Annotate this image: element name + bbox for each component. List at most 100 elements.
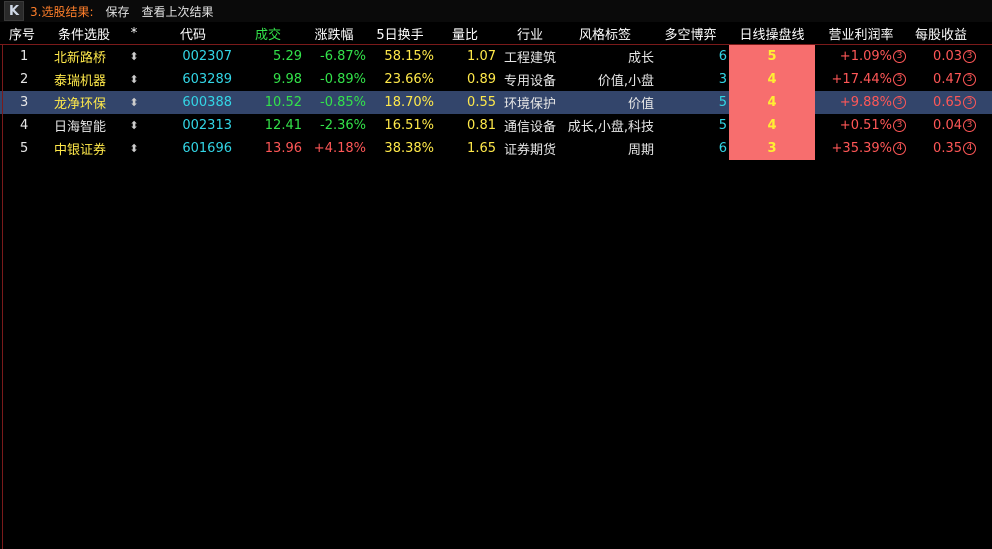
eps-rank-badge: 3	[963, 119, 976, 132]
row-no: 1	[20, 49, 29, 64]
stock-code: 600388	[182, 95, 232, 110]
stock-name: 日海智能	[54, 120, 107, 135]
header-day-line[interactable]: 日线操盘线	[728, 24, 816, 43]
sort-handle-icon: ⬍	[129, 73, 139, 86]
industry: 环境保护	[504, 97, 556, 112]
industry: 工程建筑	[504, 51, 556, 66]
day-line-cell: 4	[728, 114, 816, 137]
eps: 0.35 4	[906, 141, 976, 156]
stock-result-table: 序号 条件选股 * 代码 成交 涨跌幅 5日换手 量比 行业 风格标签 多空博弈…	[0, 22, 992, 160]
header-code[interactable]: 代码	[154, 24, 234, 43]
price: 9.98	[273, 72, 302, 87]
table-header: 序号 条件选股 * 代码 成交 涨跌幅 5日换手 量比 行业 风格标签 多空博弈…	[0, 22, 992, 45]
stock-code: 601696	[182, 141, 232, 156]
sort-handle-icon: ⬍	[129, 50, 139, 63]
industry: 证券期货	[504, 143, 556, 158]
volume-ratio: 1.65	[467, 141, 496, 156]
app-logo-icon: K	[4, 1, 24, 21]
day-line-value: 4	[729, 114, 815, 137]
profit-margin: +35.39% 4	[816, 141, 906, 156]
style-tag: 周期	[627, 143, 654, 158]
table-body: 1 北新路桥 ⬍ 002307 5.29 -6.87% 58.15% 1.07 工程建筑 成长 6 5…	[0, 45, 992, 160]
table-row[interactable]: 3 龙净环保 ⬍ 600388 10.52 -0.85% 18.70% 0.55 环境保护 价值 5…	[0, 91, 992, 114]
row-no: 5	[20, 141, 29, 156]
row-no: 4	[20, 118, 29, 133]
eps-rank-badge: 3	[963, 96, 976, 109]
style-tag: 成长	[627, 51, 654, 66]
table-row[interactable]: 5 中银证券 ⬍ 601696 13.96 +4.18% 38.38% 1.65 证券期货 周期 6…	[0, 137, 992, 160]
turnover-5d: 16.51%	[384, 118, 434, 133]
header-change[interactable]: 涨跌幅	[302, 24, 366, 43]
view-last-result-button[interactable]: 查看上次结果	[142, 3, 214, 20]
volume-ratio: 1.07	[467, 49, 496, 64]
day-line-cell: 4	[728, 91, 816, 114]
profit-rank-badge: 3	[893, 50, 906, 63]
header-turnover[interactable]: 5日换手	[366, 24, 434, 43]
header-style[interactable]: 风格标签	[556, 24, 654, 43]
header-no[interactable]: 序号	[0, 24, 44, 43]
eps: 0.65 3	[906, 95, 976, 110]
top-toolbar: K 3.选股结果: 保存 查看上次结果	[0, 0, 992, 23]
change-pct: -0.85%	[320, 95, 366, 110]
long-short: 3	[718, 72, 727, 87]
eps: 0.04 3	[906, 118, 976, 133]
profit-rank-badge: 3	[893, 96, 906, 109]
eps-rank-badge: 3	[963, 73, 976, 86]
style-tag: 价值,小盘	[597, 74, 654, 89]
change-pct: +4.18%	[313, 141, 366, 156]
eps: 0.03 3	[906, 49, 976, 64]
change-pct: -2.36%	[320, 118, 366, 133]
style-tag: 价值	[627, 97, 654, 112]
long-short: 5	[718, 118, 727, 133]
header-long-short[interactable]: 多空博弈	[654, 24, 728, 43]
profit-margin: +1.09% 3	[816, 49, 906, 64]
day-line-value: 5	[729, 45, 815, 68]
turnover-5d: 38.38%	[384, 141, 434, 156]
stock-name: 北新路桥	[54, 51, 107, 66]
style-tag: 成长,小盘,科技	[567, 120, 654, 135]
eps-rank-badge: 4	[963, 142, 976, 155]
day-line-cell: 4	[728, 68, 816, 91]
change-pct: -0.89%	[320, 72, 366, 87]
left-border	[2, 44, 3, 549]
long-short: 5	[718, 95, 727, 110]
long-short: 6	[718, 141, 727, 156]
row-no: 3	[20, 95, 29, 110]
day-line-value: 4	[729, 91, 815, 114]
header-name[interactable]: 条件选股	[44, 24, 114, 43]
table-row[interactable]: 4 日海智能 ⬍ 002313 12.41 -2.36% 16.51% 0.81 通信设备 成长,…	[0, 114, 992, 137]
row-no: 2	[20, 72, 29, 87]
volume-ratio: 0.89	[467, 72, 496, 87]
day-line-value: 4	[729, 68, 815, 91]
profit-margin: +0.51% 3	[816, 118, 906, 133]
profit-margin: +9.88% 3	[816, 95, 906, 110]
change-pct: -6.87%	[320, 49, 366, 64]
long-short: 6	[718, 49, 727, 64]
table-row[interactable]: 1 北新路桥 ⬍ 002307 5.29 -6.87% 58.15% 1.07 工程建筑 成长 6 5…	[0, 45, 992, 68]
save-button[interactable]: 保存	[106, 3, 130, 20]
price: 13.96	[264, 141, 302, 156]
price: 10.52	[264, 95, 302, 110]
profit-rank-badge: 4	[893, 142, 906, 155]
header-industry[interactable]: 行业	[496, 24, 556, 43]
header-volume-ratio[interactable]: 量比	[434, 24, 496, 43]
industry: 通信设备	[504, 120, 556, 135]
header-eps[interactable]: 每股收益	[906, 24, 976, 43]
stock-code: 603289	[182, 72, 232, 87]
turnover-5d: 18.70%	[384, 95, 434, 110]
table-row[interactable]: 2 泰瑞机器 ⬍ 603289 9.98 -0.89% 23.66% 0.89 专用设备 价值,小…	[0, 68, 992, 91]
header-price[interactable]: 成交	[234, 24, 302, 43]
stock-name: 龙净环保	[54, 97, 107, 112]
day-line-cell: 3	[728, 137, 816, 160]
sort-handle-icon: ⬍	[129, 96, 139, 109]
day-line-value: 3	[729, 137, 815, 160]
sort-handle-icon: ⬍	[129, 142, 139, 155]
header-profit[interactable]: 营业利润率	[816, 24, 906, 43]
price: 12.41	[264, 118, 302, 133]
profit-rank-badge: 3	[893, 73, 906, 86]
profit-rank-badge: 3	[893, 119, 906, 132]
header-star[interactable]: *	[114, 26, 154, 41]
volume-ratio: 0.81	[467, 118, 496, 133]
stock-code: 002307	[182, 49, 232, 64]
turnover-5d: 23.66%	[384, 72, 434, 87]
